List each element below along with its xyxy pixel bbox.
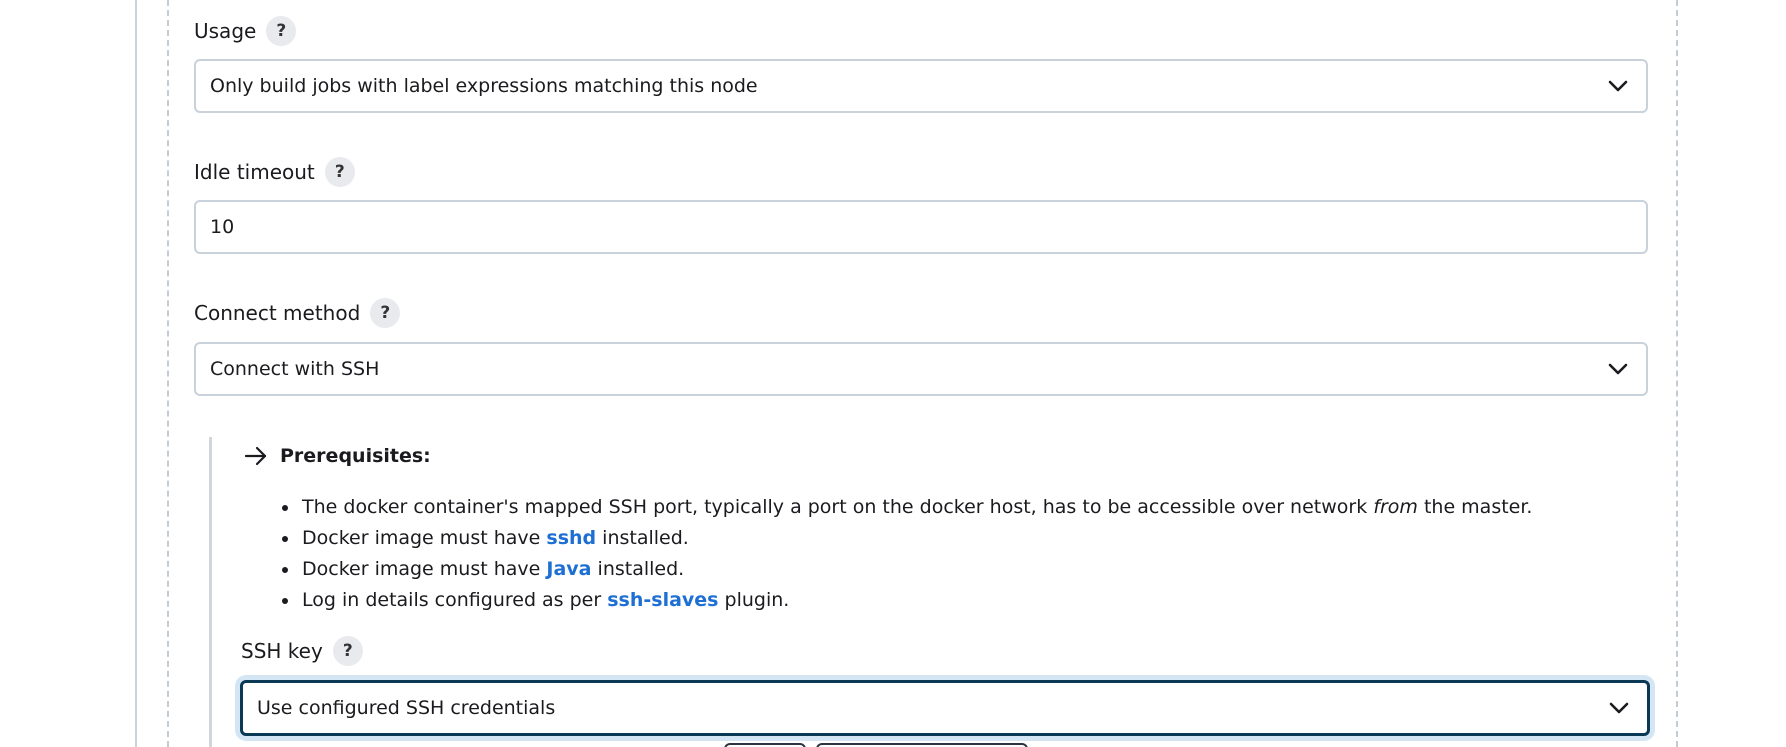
list-item: Docker image must have Java installed. — [300, 554, 1532, 585]
list-item: Docker image must have sshd installed. — [300, 523, 1532, 554]
usage-selected-value: Only build jobs with label expressions m… — [210, 75, 758, 97]
partially-visible-button[interactable] — [724, 743, 806, 747]
ssh-key-select[interactable]: Use configured SSH credentials — [240, 680, 1650, 736]
list-item: Log in details configured as per ssh-sla… — [300, 585, 1532, 616]
section-border — [135, 0, 137, 747]
chevron-down-icon — [1608, 80, 1628, 92]
connect-method-select[interactable]: Connect with SSH — [194, 342, 1648, 396]
prerequisites-heading: Prerequisites: — [244, 441, 431, 471]
connect-method-label-row: Connect method ? — [194, 298, 401, 328]
dashed-border-right — [1676, 0, 1678, 747]
partially-visible-button[interactable] — [816, 743, 1028, 747]
sshd-link[interactable]: sshd — [546, 527, 596, 549]
connect-method-selected-value: Connect with SSH — [210, 358, 380, 380]
idle-timeout-value: 10 — [210, 216, 235, 238]
usage-help-icon[interactable]: ? — [266, 16, 297, 46]
nested-section-bar — [209, 437, 212, 747]
ssh-key-selected-value: Use configured SSH credentials — [257, 697, 556, 719]
idle-timeout-input[interactable]: 10 — [194, 200, 1648, 254]
list-item-text: Docker image must have — [302, 527, 547, 549]
ssh-key-label: SSH key — [241, 639, 323, 663]
ssh-key-label-row: SSH key ? — [241, 636, 363, 666]
idle-timeout-help-icon[interactable]: ? — [324, 157, 355, 187]
usage-label-row: Usage ? — [194, 16, 297, 46]
connect-method-label: Connect method — [194, 301, 361, 325]
usage-label: Usage — [194, 19, 257, 43]
list-item-text: installed. — [591, 558, 685, 580]
chevron-down-icon — [1608, 363, 1628, 375]
idle-timeout-label-row: Idle timeout ? — [194, 157, 355, 187]
connect-method-help-icon[interactable]: ? — [370, 298, 401, 328]
java-link[interactable]: Java — [546, 558, 591, 580]
prerequisites-list: The docker container's mapped SSH port, … — [276, 492, 1532, 616]
list-item-text: The docker container's mapped SSH port, … — [302, 496, 1374, 518]
config-page: Usage ? Only build jobs with label expre… — [0, 0, 1786, 747]
list-item-text: plugin. — [718, 589, 790, 611]
list-item-text: Docker image must have — [302, 558, 547, 580]
list-item-emphasis: from — [1373, 496, 1418, 518]
dashed-border-left — [167, 0, 169, 747]
ssh-key-help-icon[interactable]: ? — [332, 636, 363, 666]
prerequisites-title: Prerequisites: — [280, 445, 431, 467]
ssh-slaves-link[interactable]: ssh-slaves — [607, 589, 718, 611]
arrow-right-icon — [244, 446, 267, 466]
list-item-text: installed. — [596, 527, 689, 549]
usage-select[interactable]: Only build jobs with label expressions m… — [194, 59, 1648, 113]
list-item: The docker container's mapped SSH port, … — [300, 492, 1532, 523]
list-item-text: the master. — [1417, 496, 1533, 518]
list-item-text: Log in details configured as per — [302, 589, 608, 611]
chevron-down-icon — [1609, 702, 1629, 714]
idle-timeout-label: Idle timeout — [194, 160, 315, 184]
